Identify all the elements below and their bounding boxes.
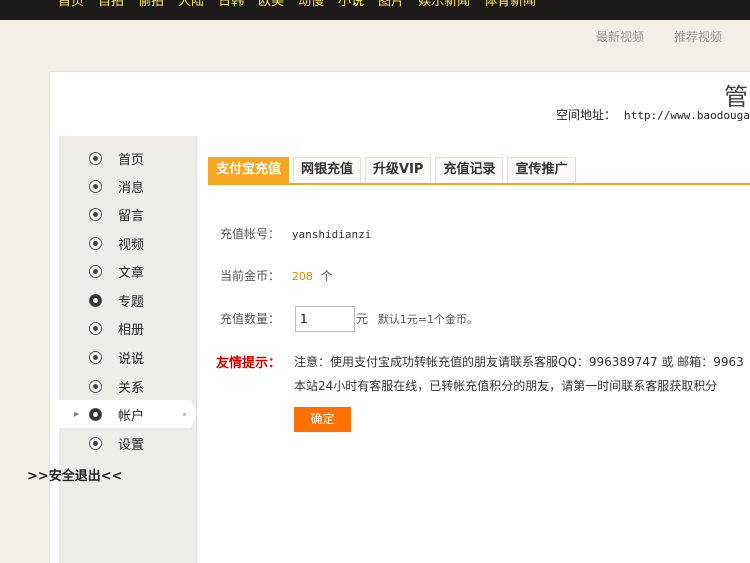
message-icon (89, 179, 102, 193)
top-nav-item[interactable]: 大陆 (178, 0, 204, 8)
settings-icon (89, 436, 102, 450)
sidebar-item-label: 视频 (118, 237, 145, 253)
tip-title-row: 友情提示： (216, 352, 281, 371)
relation-icon (89, 379, 102, 393)
sub-nav: 最新视频 推荐视频 (0, 20, 750, 50)
talk-icon (89, 350, 102, 364)
sidebar-item-videos[interactable]: 视频 (59, 229, 197, 257)
top-nav-item[interactable]: 偷拍 (138, 0, 164, 8)
sidebar-item-account[interactable]: ▶ 帐户 (59, 400, 197, 428)
top-nav-item[interactable]: 欧美 (258, 0, 284, 8)
sidebar-item-label: 帐户 (118, 408, 145, 424)
coins-label: 当前金币： (220, 269, 281, 283)
confirm-button[interactable]: 确定 (294, 407, 351, 432)
sidebar-item-label: 消息 (118, 180, 145, 196)
sidebar-item-label: 关系 (118, 380, 145, 396)
tab-bar: 支付宝充值 网银充值 升级VIP 充值记录 宣传推广 (208, 157, 750, 185)
coins-unit: 个 (320, 269, 333, 283)
amount-input[interactable] (295, 306, 355, 332)
account-label: 充值帐号： (220, 227, 281, 241)
sidebar-item-comments[interactable]: 留言 (59, 200, 197, 228)
sidebar-item-label: 文章 (118, 265, 145, 281)
active-dot-icon (183, 412, 186, 416)
sidebar-item-label: 首页 (118, 152, 145, 168)
sidebar-item-label: 设置 (118, 437, 145, 453)
recommended-videos-link[interactable]: 推荐视频 (674, 28, 722, 45)
comment-icon (89, 207, 102, 221)
sidebar-item-label: 说说 (118, 351, 145, 367)
top-nav: 首页 自拍 偷拍 大陆 日韩 欧美 动慢 小说 图片 娱乐新闻 体育新闻 (0, 0, 750, 20)
album-icon (89, 321, 102, 335)
sidebar-item-talk[interactable]: 说说 (59, 343, 197, 371)
caret-right-icon: ▶ (74, 410, 80, 418)
account-value: yanshidianzi (291, 228, 372, 241)
amount-hint: 默认1元=1个金币。 (377, 313, 479, 326)
tab-upgrade-vip[interactable]: 升级VIP (365, 157, 432, 183)
tab-alipay[interactable]: 支付宝充值 (208, 157, 290, 183)
space-address-label: 空间地址： (556, 108, 617, 122)
sidebar: 首页 消息 留言 视频 文章 专题 相册 说说 关系 ▶ 帐户 设置 (59, 136, 197, 563)
tip-title: 友情提示： (216, 356, 282, 371)
latest-videos-link[interactable]: 最新视频 (596, 28, 644, 45)
sidebar-item-relations[interactable]: 关系 (59, 372, 197, 400)
tab-recharge-record[interactable]: 充值记录 (435, 157, 504, 183)
topic-icon (89, 293, 102, 307)
tip-line-1: 注意：使用支付宝成功转帐充值的朋友请联系客服QQ：996389747 或 邮箱：… (294, 355, 744, 369)
sidebar-item-settings[interactable]: 设置 (59, 429, 197, 457)
space-address: 空间地址： http://www.baodouga (556, 106, 750, 123)
logout-link[interactable]: >>安全退出<< (27, 465, 123, 484)
space-address-url[interactable]: http://www.baodouga (624, 109, 750, 122)
top-nav-item[interactable]: 首页 (58, 0, 84, 8)
amount-hint-row: 元 默认1元=1个金币。 (356, 310, 478, 327)
tip-line-1-row: 注意：使用支付宝成功转帐充值的朋友请联系客服QQ：996389747 或 邮箱：… (294, 353, 744, 370)
article-icon (89, 264, 102, 278)
coins-row: 当前金币： 208 个 (220, 267, 333, 284)
sidebar-item-album[interactable]: 相册 (59, 314, 197, 342)
top-nav-item[interactable]: 娱乐新闻 (418, 0, 470, 8)
sidebar-item-topics[interactable]: 专题 (59, 286, 197, 314)
top-nav-item[interactable]: 动慢 (298, 0, 324, 8)
sidebar-item-label: 相册 (118, 322, 145, 338)
sidebar-item-messages[interactable]: 消息 (59, 172, 197, 200)
top-nav-item[interactable]: 图片 (378, 0, 404, 8)
top-nav-item[interactable]: 日韩 (218, 0, 244, 8)
top-nav-item[interactable]: 自拍 (98, 0, 124, 8)
tab-promotion[interactable]: 宣传推广 (507, 157, 576, 183)
amount-label-row: 充值数量： (220, 310, 280, 327)
tab-bank[interactable]: 网银充值 (293, 157, 362, 183)
account-icon (89, 407, 102, 421)
account-row: 充值帐号： yanshidianzi (220, 225, 371, 242)
sidebar-item-label: 专题 (118, 294, 145, 310)
amount-label: 充值数量： (220, 312, 281, 326)
home-icon (89, 151, 102, 165)
sidebar-item-articles[interactable]: 文章 (59, 257, 197, 285)
tip-line-2-row: 本站24小时有客服在线，已转帐充值积分的朋友，请第一时间联系客服获取积分 (294, 377, 717, 394)
tip-line-2: 本站24小时有客服在线，已转帐充值积分的朋友，请第一时间联系客服获取积分 (294, 379, 718, 393)
sidebar-item-home[interactable]: 首页 (59, 144, 197, 172)
top-nav-item[interactable]: 体育新闻 (484, 0, 536, 8)
coins-value: 208 (291, 270, 313, 283)
amount-unit: 元 (356, 312, 369, 326)
sidebar-item-label: 留言 (118, 208, 145, 224)
video-icon (89, 236, 102, 250)
top-nav-item[interactable]: 小说 (338, 0, 364, 8)
